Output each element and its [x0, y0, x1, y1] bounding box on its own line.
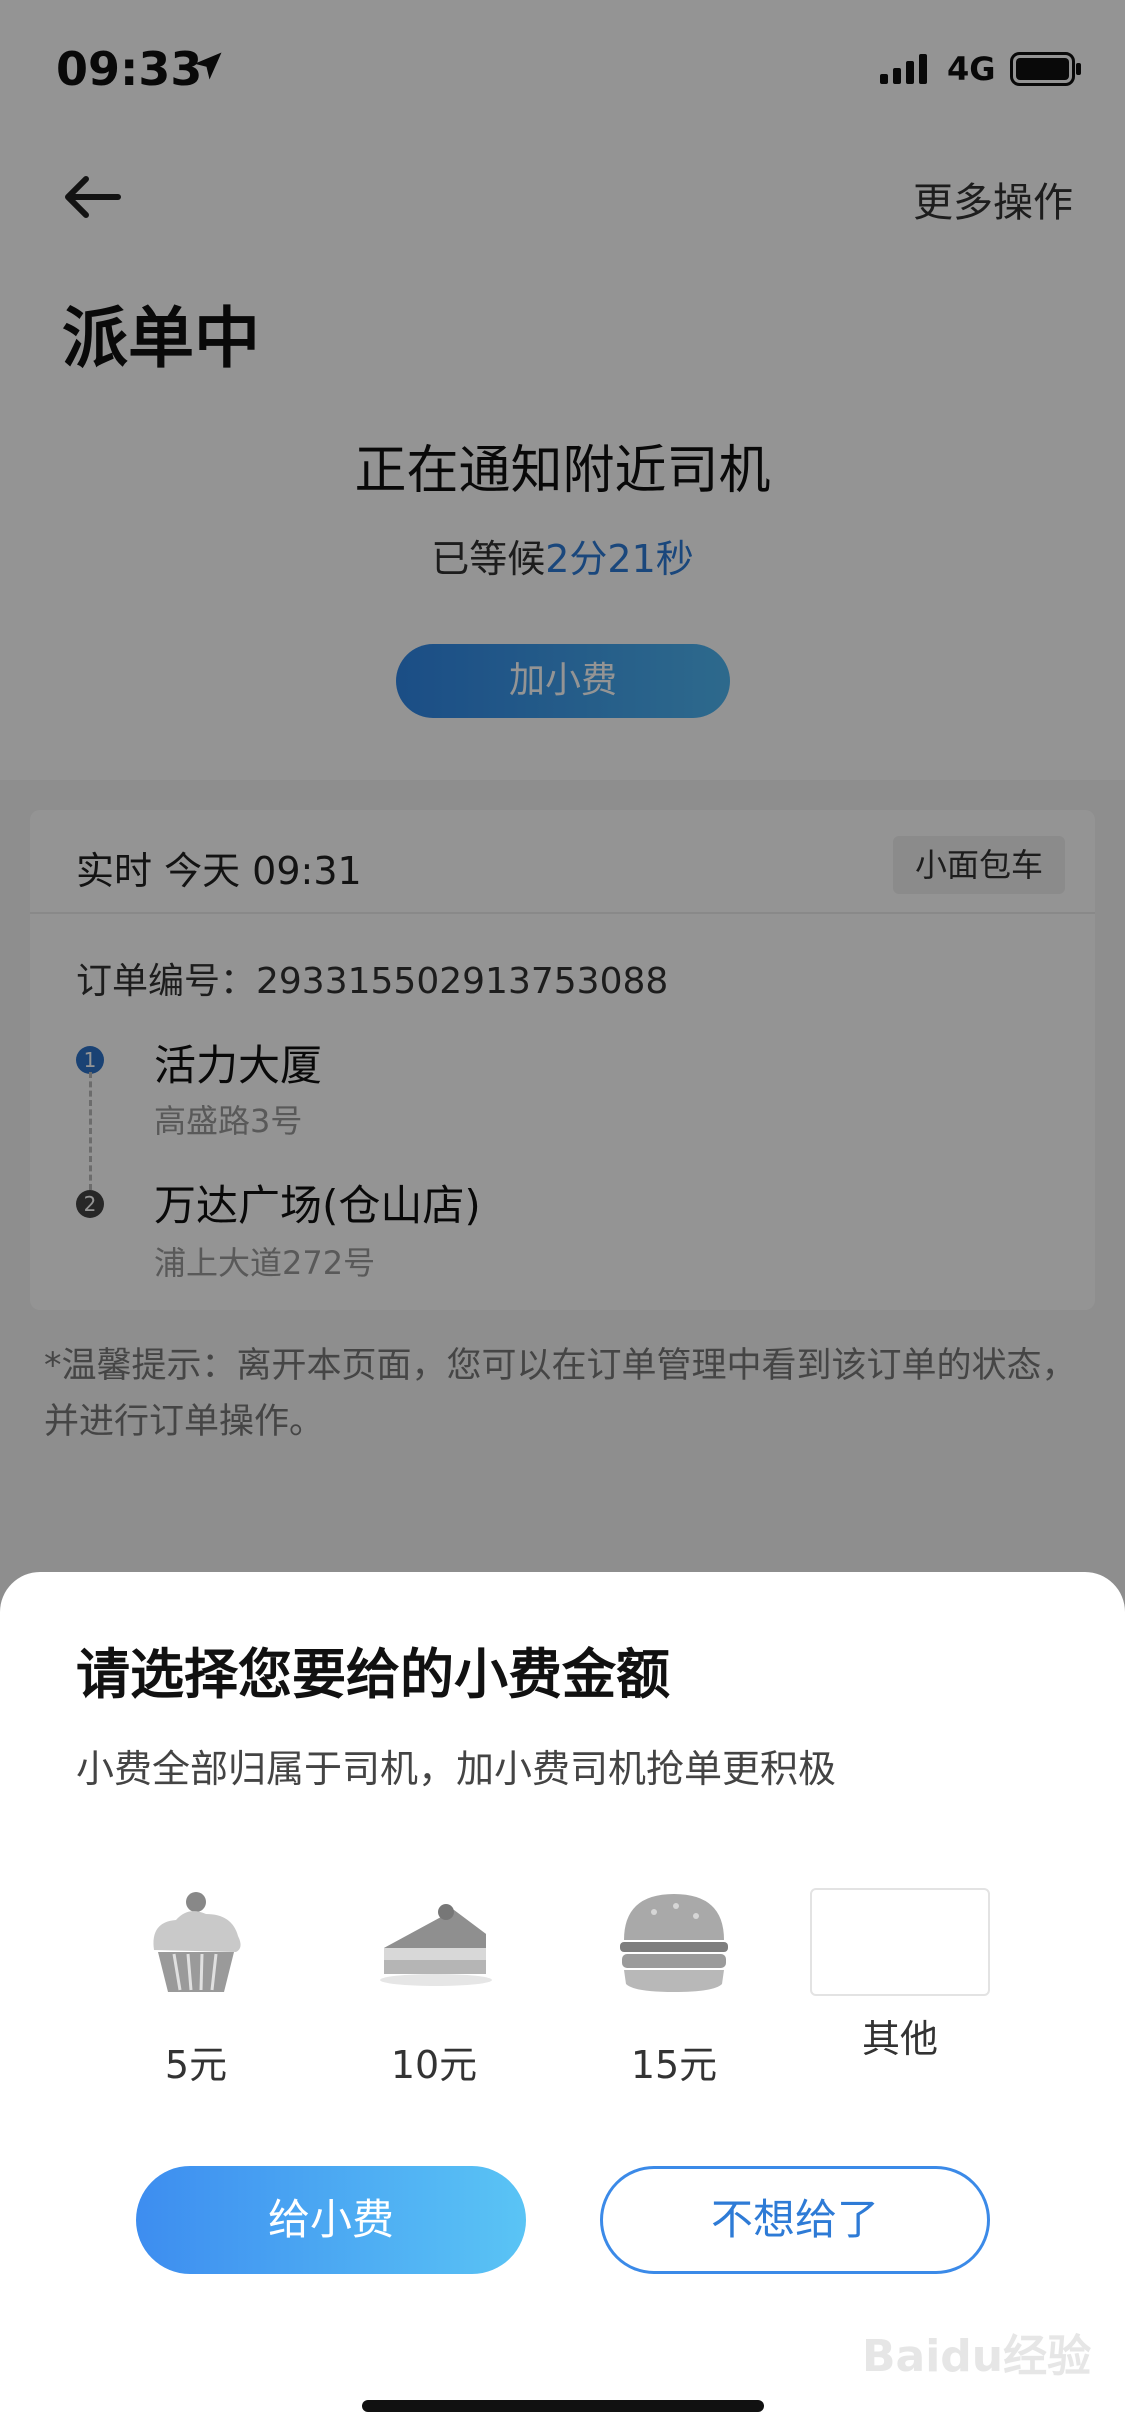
tip-option-10-label: 10元 — [390, 2043, 478, 2087]
tip-option-15-label: 15元 — [630, 2043, 718, 2087]
tip-option-5-label: 5元 — [164, 2043, 228, 2087]
tip-option-other[interactable]: 其他 — [800, 1888, 1000, 2108]
cake-slice-icon — [380, 1904, 492, 1986]
sheet-title: 请选择您要给的小费金额 — [76, 1643, 670, 1706]
cupcake-icon — [153, 1892, 241, 1992]
tip-option-5[interactable]: 5元 — [96, 1888, 296, 2108]
give-tip-button[interactable]: 给小费 — [136, 2166, 526, 2274]
custom-amount-box[interactable] — [810, 1888, 990, 1996]
decline-tip-button[interactable]: 不想给了 — [600, 2166, 990, 2274]
watermark-logo: Baidu经验 — [862, 2331, 1092, 2382]
tip-option-10[interactable]: 10元 — [334, 1888, 534, 2108]
burger-icon — [620, 1894, 728, 1992]
tip-amount-sheet: 请选择您要给的小费金额 小费全部归属于司机，加小费司机抢单更积极 5元 10元 — [0, 1572, 1125, 2436]
home-indicator[interactable] — [362, 2400, 764, 2412]
tip-option-15[interactable]: 15元 — [574, 1888, 774, 2108]
sheet-subtitle: 小费全部归属于司机，加小费司机抢单更积极 — [76, 1747, 837, 1791]
tip-option-other-label: 其他 — [861, 2017, 938, 2061]
